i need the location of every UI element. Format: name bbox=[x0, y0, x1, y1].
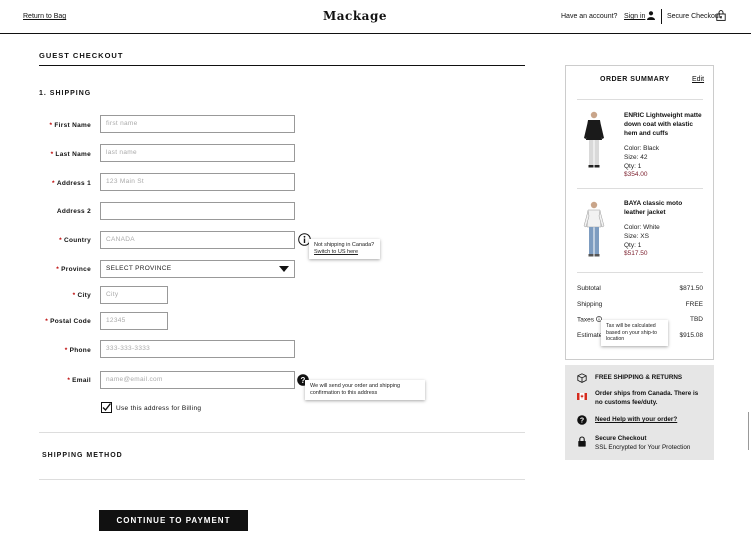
edit-order-link[interactable]: Edit bbox=[692, 76, 704, 83]
lock-bag-icon bbox=[716, 10, 726, 21]
last-name-input[interactable]: last name bbox=[100, 144, 295, 162]
brand-logo[interactable]: Mackage bbox=[323, 9, 387, 23]
checkmark-icon bbox=[102, 403, 112, 412]
postal-code-label: * Postal Code bbox=[45, 318, 91, 325]
header-divider bbox=[661, 9, 662, 24]
summary-divider bbox=[577, 188, 703, 189]
province-selected-value: SELECT PROVINCE bbox=[106, 265, 172, 272]
product-image-enric-coat[interactable] bbox=[580, 110, 608, 170]
title-divider bbox=[39, 65, 525, 66]
summary-divider bbox=[577, 272, 703, 273]
address2-label: Address 2 bbox=[56, 208, 91, 215]
address1-placeholder: 123 Main St bbox=[106, 178, 144, 185]
city-label: * City bbox=[72, 292, 91, 299]
postal-code-input[interactable]: 12345 bbox=[100, 312, 168, 330]
estimate-value: $915.08 bbox=[679, 332, 704, 339]
address1-label: * Address 1 bbox=[52, 180, 91, 187]
product-color: Color: White bbox=[624, 224, 660, 231]
province-label: * Province bbox=[56, 266, 91, 273]
city-input[interactable]: City bbox=[100, 286, 168, 304]
shipping-method-title: SHIPPING METHOD bbox=[42, 452, 123, 459]
phone-placeholder: 333-333-3333 bbox=[106, 345, 151, 352]
last-name-placeholder: last name bbox=[106, 149, 137, 156]
subtotal-label: Subtotal bbox=[577, 285, 601, 292]
email-label: * Email bbox=[67, 377, 91, 384]
taxes-value: TBD bbox=[690, 316, 703, 323]
perks-panel: FREE SHIPPING & RETURNS Order ships from… bbox=[565, 365, 714, 460]
free-shipping-text: FREE SHIPPING & RETURNS bbox=[595, 374, 683, 381]
product-image-baya-jacket[interactable] bbox=[580, 200, 608, 260]
first-name-placeholder: first name bbox=[106, 120, 138, 127]
shipping-value: FREE bbox=[685, 301, 703, 308]
summary-divider bbox=[577, 99, 703, 100]
section-divider bbox=[39, 432, 525, 433]
help-question-icon: ? bbox=[577, 415, 587, 425]
product-size: Size: XS bbox=[624, 233, 649, 240]
ships-from-canada-text: Order ships from Canada. There is no cus… bbox=[595, 390, 699, 406]
country-tip-text: Not shipping in Canada? bbox=[314, 242, 375, 248]
shipping-section-title: 1. SHIPPING bbox=[39, 90, 92, 97]
estimate-label: Estimate bbox=[577, 332, 603, 339]
product-name[interactable]: BAYA classic moto leather jacket bbox=[624, 199, 704, 217]
billing-checkbox-label: Use this address for Billing bbox=[116, 405, 202, 412]
province-select[interactable]: SELECT PROVINCE bbox=[100, 260, 295, 278]
account-question: Have an account? bbox=[561, 13, 618, 20]
country-input[interactable]: CANADA bbox=[100, 231, 295, 249]
first-name-label: * First Name bbox=[49, 122, 91, 129]
sign-in-link[interactable]: Sign in bbox=[624, 13, 645, 20]
ssl-text: SSL Encrypted for Your Protection bbox=[595, 444, 691, 451]
secure-checkout-label: Secure Checkout bbox=[667, 13, 721, 20]
first-name-input[interactable]: first name bbox=[100, 115, 295, 133]
billing-checkbox[interactable] bbox=[101, 402, 112, 413]
continue-to-payment-button[interactable]: CONTINUE TO PAYMENT bbox=[99, 510, 248, 531]
secure-checkout-title: Secure Checkout bbox=[595, 435, 647, 442]
svg-text:?: ? bbox=[580, 418, 584, 425]
guest-checkout-title: GUEST CHECKOUT bbox=[39, 51, 124, 60]
order-summary-title: ORDER SUMMARY bbox=[600, 76, 670, 83]
top-bar: Return to Bag Mackage Have an account? S… bbox=[0, 0, 751, 34]
country-tooltip: Not shipping in Canada? Switch to US her… bbox=[309, 239, 380, 259]
subtotal-value: $871.50 bbox=[679, 285, 704, 292]
scrollbar[interactable] bbox=[748, 412, 749, 450]
product-color: Color: Black bbox=[624, 145, 660, 152]
email-placeholder: name@email.com bbox=[106, 376, 163, 383]
order-summary-panel: ORDER SUMMARY Edit ENRIC Lightweight mat… bbox=[565, 65, 714, 360]
last-name-label: * Last Name bbox=[50, 151, 91, 158]
user-icon[interactable] bbox=[647, 11, 655, 20]
product-name[interactable]: ENRIC Lightweight matte down coat with e… bbox=[624, 111, 704, 138]
email-input[interactable]: name@email.com bbox=[100, 371, 295, 389]
lock-icon bbox=[578, 436, 586, 447]
box-icon bbox=[577, 373, 587, 383]
switch-to-us-link[interactable]: Switch to US here bbox=[314, 249, 358, 255]
address2-input[interactable] bbox=[100, 202, 295, 220]
canada-flag-icon bbox=[577, 393, 587, 400]
product-size: Size: 42 bbox=[624, 154, 648, 161]
postal-code-placeholder: 12345 bbox=[106, 317, 126, 324]
shipping-label: Shipping bbox=[577, 301, 603, 308]
return-to-bag-link[interactable]: Return to Bag bbox=[23, 13, 66, 20]
phone-input[interactable]: 333-333-3333 bbox=[100, 340, 295, 358]
email-tooltip: We will send your order and shipping con… bbox=[305, 380, 425, 400]
city-placeholder: City bbox=[106, 291, 119, 298]
tax-tooltip: Tax will be calculated based on your shi… bbox=[601, 320, 668, 346]
product-price: $354.00 bbox=[624, 171, 648, 178]
product-price: $517.50 bbox=[624, 250, 648, 257]
section-divider bbox=[39, 479, 525, 480]
country-placeholder: CANADA bbox=[106, 236, 135, 243]
taxes-label: Taxes bbox=[577, 316, 602, 324]
need-help-link[interactable]: Need Help with your order? bbox=[595, 416, 707, 425]
address1-input[interactable]: 123 Main St bbox=[100, 173, 295, 191]
phone-label: * Phone bbox=[64, 347, 91, 354]
country-label: * Country bbox=[59, 237, 91, 244]
caret-down-icon bbox=[279, 266, 289, 272]
